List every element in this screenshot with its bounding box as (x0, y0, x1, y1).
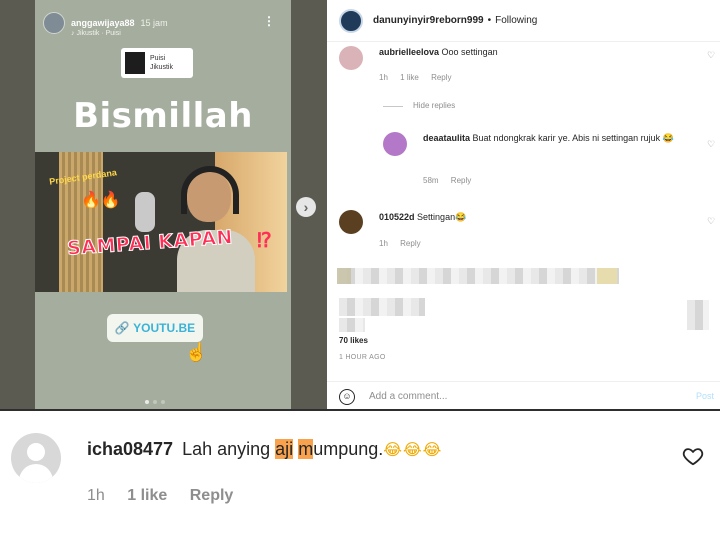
link-label: YOUTU.BE (133, 321, 196, 335)
instagram-post-screenshot: anggawijaya88 15 jam ♪ Jikustik · Puisi … (0, 0, 720, 411)
carousel-dot (153, 400, 157, 404)
carousel-dot-active (145, 400, 149, 404)
post-author-username[interactable]: danunyinyir9reborn999 (373, 15, 484, 26)
post-button[interactable]: Post (696, 391, 714, 401)
heart-icon[interactable] (682, 445, 704, 467)
comment-body: Settingan😂 (417, 212, 467, 222)
reply-button[interactable]: Reply (451, 176, 471, 185)
add-comment-input[interactable]: Add a comment... (369, 391, 447, 402)
comment-body: Buat ndongkrak karir ye. Abis ni setting… (472, 133, 674, 143)
story-time: 15 jam (140, 18, 168, 28)
comment-username[interactable]: 010522d (379, 212, 415, 222)
comment-text: aubrielleelova Ooo settingan (379, 46, 498, 58)
avatar[interactable] (383, 132, 407, 156)
more-icon[interactable]: ⋮ (263, 14, 275, 28)
pixelated-area (687, 300, 709, 330)
comment-username[interactable]: deaataulita (423, 133, 470, 143)
pixelated-area (337, 268, 351, 284)
comment-username[interactable]: aubrielleelova (379, 47, 439, 57)
next-arrow-icon[interactable]: › (296, 197, 316, 217)
reply-button[interactable]: Reply (431, 73, 451, 82)
featured-comment-text: icha08477 Lah anying aji mumpung.😂😂😂 (87, 439, 442, 460)
pixelated-area (339, 318, 365, 332)
likes-count[interactable]: 70 likes (339, 336, 368, 345)
pixelated-area (597, 268, 617, 284)
comments-panel: danunyinyir9reborn999 • Following aubrie… (327, 0, 720, 411)
featured-comment-meta: 1h 1 like Reply (87, 487, 251, 505)
featured-comment-username[interactable]: icha08477 (87, 439, 173, 459)
comment-text: 010522d Settingan😂 (379, 211, 466, 223)
comment-time: 1h (87, 487, 105, 504)
highlighted-text: m (298, 439, 314, 459)
fire-icon: 🔥🔥 (81, 192, 121, 209)
music-album-art (125, 52, 145, 74)
tap-hand-icon: ☝ (185, 342, 208, 362)
story-avatar[interactable] (43, 12, 65, 34)
featured-comment: icha08477 Lah anying aji mumpung.😂😂😂 1h … (0, 411, 720, 541)
link-sticker[interactable]: 🔗 YOUTU.BE (107, 314, 203, 342)
story-username[interactable]: anggawijaya88 (71, 18, 135, 28)
comment-likes[interactable]: 1 like (127, 487, 167, 504)
avatar[interactable] (11, 433, 61, 483)
emoji-icon[interactable]: ☺ (339, 388, 355, 405)
comment-meta: 58m Reply (423, 176, 481, 185)
post-time: 1 HOUR AGO (339, 354, 386, 361)
comment-text: deaataulita Buat ndongkrak karir ye. Abi… (423, 132, 693, 144)
story-music-subtitle[interactable]: ♪ Jikustik · Puisi (71, 30, 121, 37)
header-separator: • (487, 15, 492, 26)
music-title: Puisi (150, 55, 166, 62)
heart-icon[interactable]: ♡ (707, 216, 715, 227)
microphone-image (135, 192, 155, 232)
comment-meta: 1h Reply (379, 239, 431, 248)
hide-replies-line (383, 106, 403, 107)
music-artist: Jikustik (150, 64, 173, 71)
post-header: danunyinyir9reborn999 • Following (327, 0, 720, 42)
carousel-dot (161, 400, 165, 404)
following-button[interactable]: Following (495, 15, 537, 26)
thumbnail-mark: ⁉ (257, 230, 272, 252)
carousel-dots (145, 400, 165, 404)
reply-button[interactable]: Reply (400, 239, 420, 248)
link-icon: 🔗 (114, 321, 134, 335)
reply-button[interactable]: Reply (190, 487, 234, 504)
heart-icon[interactable]: ♡ (707, 50, 715, 61)
avatar[interactable] (339, 46, 363, 70)
add-comment-bar: ☺ Add a comment... Post (327, 381, 720, 411)
comment-text-part: umpung. (313, 439, 384, 459)
comment-time: 1h (379, 239, 388, 248)
post-author-avatar[interactable] (339, 8, 363, 33)
comment-time: 1h (379, 73, 388, 82)
story-title: Bismillah (73, 96, 253, 136)
avatar[interactable] (339, 210, 363, 234)
pixelated-area (339, 268, 619, 284)
comment-meta: 1h 1 like Reply (379, 73, 462, 82)
comment-text-part: Lah anying (182, 439, 276, 459)
comment-time: 58m (423, 176, 439, 185)
laughing-emoji-icon: 😂😂😂 (383, 440, 443, 459)
music-sticker[interactable]: Puisi Jikustik (121, 48, 193, 78)
comment-likes[interactable]: 1 like (400, 73, 419, 82)
pixelated-area (339, 298, 425, 316)
hide-replies-button[interactable]: Hide replies (413, 101, 455, 110)
heart-icon[interactable]: ♡ (707, 139, 715, 150)
video-thumbnail[interactable]: Project perdana 🔥🔥 SAMPAI KAPAN ⁉ (35, 152, 287, 292)
comment-body: Ooo settingan (441, 47, 498, 57)
highlighted-text: aji (275, 439, 294, 459)
story-viewer[interactable]: anggawijaya88 15 jam ♪ Jikustik · Puisi … (35, 0, 291, 411)
